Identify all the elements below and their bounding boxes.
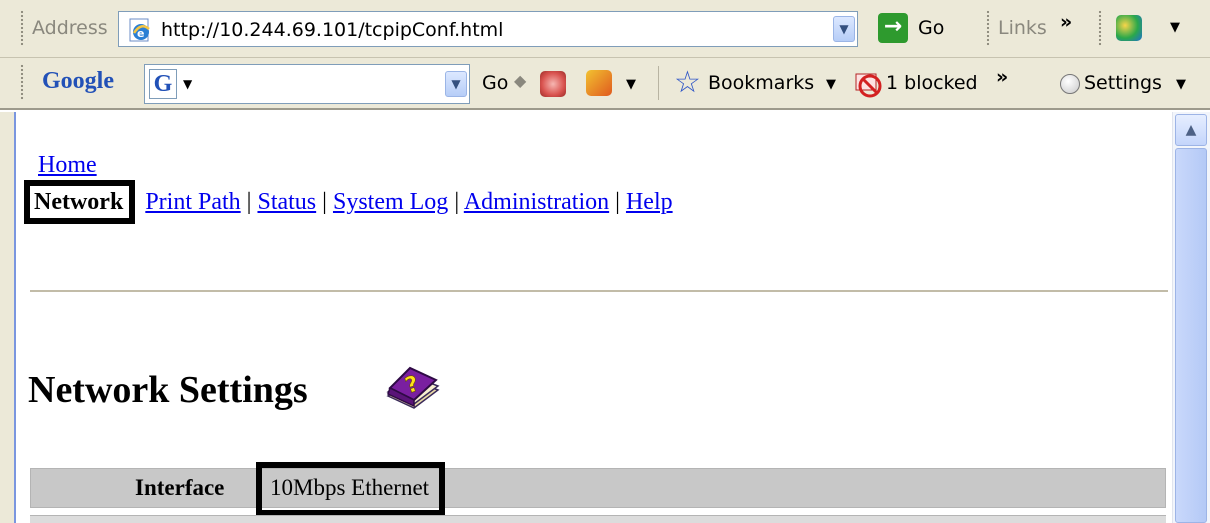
table-row: [30, 515, 1166, 523]
window-frame-edge: [0, 112, 16, 523]
toolbar-grip[interactable]: [1098, 10, 1102, 46]
settings-radio-icon[interactable]: [1060, 74, 1080, 94]
toolbar-app-icon[interactable]: [1116, 15, 1142, 41]
nav-separator: |: [246, 189, 252, 215]
bookmark-star-icon[interactable]: ☆: [674, 65, 701, 100]
more-chevron-icon[interactable]: »: [996, 66, 1008, 88]
nav-separator: |: [615, 189, 620, 215]
scroll-up-arrow-icon[interactable]: ▲: [1175, 114, 1207, 146]
nav-link-help[interactable]: Help: [626, 189, 673, 215]
google-toolbar: Google G ▼ ▼ Go ◆ ▼ ☆ Bookmarks ▼ 1 bloc…: [0, 58, 1210, 110]
google-logo[interactable]: Google: [42, 68, 114, 95]
address-url: http://10.244.69.101/tcpipConf.html: [161, 19, 504, 41]
google-go-button[interactable]: Go: [482, 72, 508, 94]
toolbar-grip[interactable]: [20, 10, 24, 46]
help-book-icon[interactable]: ?: [384, 362, 442, 414]
page-viewport: Home Network Print Path | Status | Syste…: [0, 112, 1210, 523]
toolbar-grip[interactable]: [986, 10, 990, 46]
address-dropdown-icon[interactable]: ▼: [833, 16, 855, 42]
google-g-icon[interactable]: G: [149, 69, 177, 99]
google-search-input[interactable]: G ▼ ▼: [144, 64, 470, 104]
popup-blocked-count[interactable]: 1 blocked: [886, 72, 978, 94]
links-chevron-icon[interactable]: »: [1060, 11, 1072, 33]
popup-blocker-icon[interactable]: [854, 70, 884, 98]
nav-network-current: Network: [24, 180, 136, 224]
address-go-button[interactable]: Go: [918, 17, 944, 39]
nav-link-administration[interactable]: Administration: [464, 189, 609, 215]
address-toolbar: Address e http://10.244.69.101/tcpipConf…: [0, 0, 1210, 58]
main-nav: Network Print Path | Status | System Log…: [24, 180, 673, 224]
toolbar-grip[interactable]: [20, 64, 24, 100]
nav-link-print-path[interactable]: Print Path: [145, 189, 240, 215]
scrollbar-thumb[interactable]: [1175, 148, 1207, 523]
go-arrow-icon[interactable]: →: [878, 13, 908, 43]
toolbar-separator: [658, 66, 659, 100]
chevron-down-icon[interactable]: ▼: [183, 77, 192, 91]
settings-button[interactable]: Settings: [1084, 72, 1162, 94]
chevron-down-icon[interactable]: ▼: [626, 77, 636, 92]
settings-table-row: Interface 10Mbps Ethernet: [30, 462, 1166, 516]
address-input[interactable]: e http://10.244.69.101/tcpipConf.html ▼: [118, 11, 858, 47]
nav-separator: |: [454, 189, 460, 215]
nav-link-system-log[interactable]: System Log: [333, 189, 448, 215]
search-dropdown-icon[interactable]: ▼: [445, 71, 467, 97]
chevron-down-icon[interactable]: ▼: [826, 77, 836, 92]
chevron-down-icon[interactable]: ▼: [1170, 20, 1180, 35]
news-icon[interactable]: [540, 71, 566, 97]
address-label: Address: [32, 17, 108, 39]
nav-arrows-icon: ◆: [514, 71, 527, 90]
ie-page-icon: e: [129, 18, 150, 42]
chevron-down-icon[interactable]: ▼: [1176, 77, 1186, 92]
bookmarks-button[interactable]: Bookmarks: [708, 72, 814, 94]
nav-separator: |: [322, 189, 327, 215]
page-rank-icon[interactable]: [586, 70, 612, 96]
nav-link-status[interactable]: Status: [257, 189, 316, 215]
svg-text:e: e: [137, 27, 144, 40]
home-link[interactable]: Home: [38, 152, 97, 179]
interface-label: Interface: [135, 475, 225, 500]
interface-value: 10Mbps Ethernet: [256, 462, 446, 516]
vertical-scrollbar[interactable]: ▲: [1172, 112, 1210, 523]
page-title: Network Settings: [28, 369, 308, 411]
horizontal-rule: [30, 290, 1168, 292]
links-label[interactable]: Links: [998, 17, 1047, 39]
